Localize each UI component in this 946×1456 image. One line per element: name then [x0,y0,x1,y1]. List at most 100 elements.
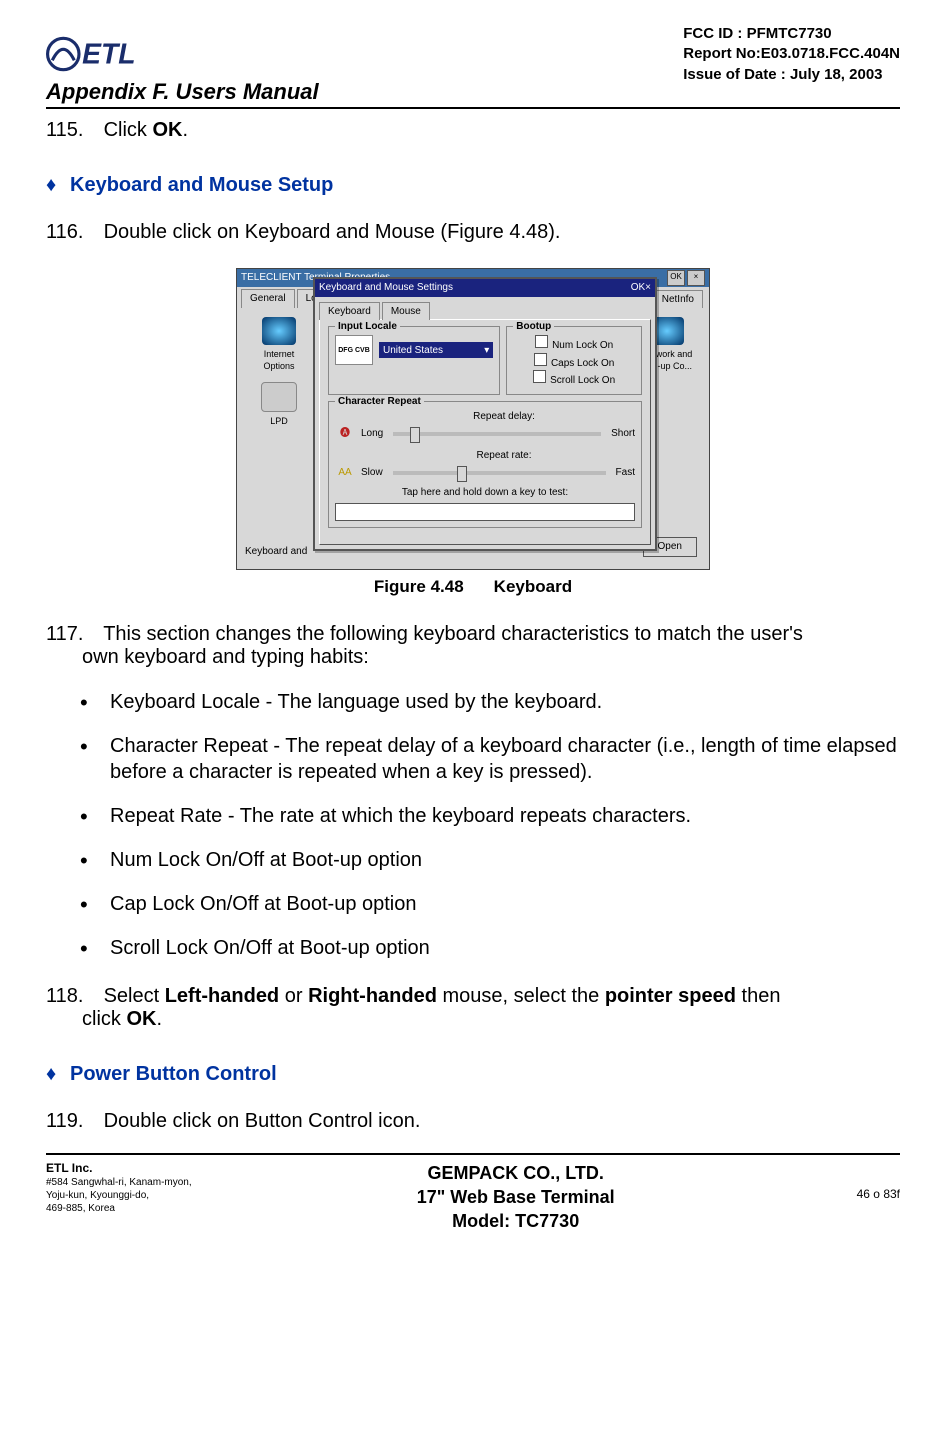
t: then [736,985,780,1007]
list-item: Keyboard Locale - The language used by t… [80,689,900,715]
t-bold: OK [126,1008,156,1030]
keyboard-mouse-dialog: Keyboard and Mouse Settings OK × Keyboar… [313,277,657,552]
step-text: Double click on Button Control icon. [104,1110,421,1132]
step-text: Double click on Keyboard and Mouse (Figu… [104,221,561,243]
t: Select [104,985,165,1007]
keyboard-icon: DFG CVB [335,335,373,365]
group-label: Input Locale [335,320,400,334]
clock-a-icon: 🅐 [335,427,355,441]
step-text-post: . [182,119,188,141]
figure-4-48: TELECLIENT Terminal Properties OK × Gene… [46,268,900,599]
bootup-option[interactable]: Caps Lock On [513,353,635,371]
group-label: Character Repeat [335,395,424,409]
dialog-titlebar: Keyboard and Mouse Settings OK × [315,279,655,297]
footer-center-line: Model: TC7730 [285,1209,746,1233]
step-text-line1: This section changes the following keybo… [103,623,803,645]
bootup-option[interactable]: Scroll Lock On [513,370,635,388]
repeat-rate-label: Repeat rate: [373,449,635,463]
icon-label: Internet Options [249,348,309,372]
locale-value: United States [383,344,443,358]
step-117: 117. This section changes the following … [46,621,900,671]
repeat-delay-slider[interactable] [393,432,601,436]
footer-center: GEMPACK CO., LTD. 17" Web Base Terminal … [285,1161,746,1234]
checkbox-icon [534,353,547,366]
list-item: Character Repeat - The repeat delay of a… [80,733,900,785]
bootup-option[interactable]: Num Lock On [513,335,635,353]
step-text-pre: Click [104,119,153,141]
step-text-line2: own keyboard and typing habits: [82,644,900,671]
dialog-close-button[interactable]: × [645,281,651,295]
tab-mouse[interactable]: Mouse [382,302,430,321]
step-text-bold: OK [152,119,182,141]
locale-dropdown[interactable]: United States ▾ [379,342,493,358]
footer-center-line: GEMPACK CO., LTD. [285,1161,746,1185]
step-118: 118. Select Left-handed or Right-handed … [46,983,900,1033]
section-keyboard-mouse: ♦ Keyboard and Mouse Setup [46,172,900,199]
tab-netinfo[interactable]: NetInfo [653,290,703,309]
group-label: Bootup [513,320,554,334]
internet-options-icon[interactable]: Internet Options [249,317,309,372]
section-title: Keyboard and Mouse Setup [70,174,333,196]
t: mouse, select the [437,985,605,1007]
step-116: 116. Double click on Keyboard and Mouse … [46,219,900,246]
lpd-icon[interactable]: LPD [249,382,309,427]
dialog-title: Keyboard and Mouse Settings [319,281,453,295]
slow-label: Slow [361,466,383,480]
group-bootup: Bootup Num Lock On Caps Lock On Scroll L… [506,326,642,395]
back-panel-icons-left: Internet Options LPD [249,317,309,437]
fcc-id: FCC ID : PFMTC7730 [683,24,900,44]
step-number: 115. [46,117,98,144]
test-input[interactable] [335,503,635,521]
step-number: 116. [46,219,98,246]
back-ok-button[interactable]: OK [667,270,685,286]
icon-label: LPD [249,415,309,427]
back-close-button[interactable]: × [687,270,705,286]
t: click [82,1008,126,1030]
screenshot-keyboard-dialog: TELECLIENT Terminal Properties OK × Gene… [236,268,710,570]
t-bold: Right-handed [308,985,437,1007]
t-bold: pointer speed [605,985,736,1007]
etl-logo: ETL [46,24,156,84]
footer-left: ETL Inc. #584 Sangwhal-ri, Kanam-myon, Y… [46,1161,285,1216]
figure-caption: Figure 4.48Keyboard [46,576,900,599]
issue-date: Issue of Date : July 18, 2003 [683,65,900,85]
group-character-repeat: Character Repeat Repeat delay: 🅐 Long Sh… [328,401,642,529]
repeat-rate-slider[interactable] [393,471,606,475]
figure-number: Figure 4.48 [374,577,464,596]
header-meta: FCC ID : PFMTC7730 Report No:E03.0718.FC… [683,24,900,85]
svg-text:ETL: ETL [82,37,135,69]
section-power-button: ♦Power Button Control [46,1061,900,1088]
list-item: Repeat Rate - The rate at which the keyb… [80,803,900,829]
tab-keyboard[interactable]: Keyboard [319,302,380,321]
page-header: ETL FCC ID : PFMTC7730 Report No:E03.071… [46,24,900,85]
diamond-icon: ♦ [46,1061,58,1088]
diamond-icon: ♦ [46,172,58,199]
step-115: 115. Click OK. [46,117,900,144]
header-divider [46,107,900,109]
footer-addr: Yoju-kun, Kyounggi-do, [46,1189,285,1202]
t-bold: Left-handed [165,985,279,1007]
long-label: Long [361,427,383,441]
document-body: 115. Click OK. ♦ Keyboard and Mouse Setup… [46,117,900,1135]
dialog-tabs: Keyboard Mouse [315,297,655,320]
report-no: Report No:E03.0718.FCC.404N [683,44,900,64]
checkbox-icon [535,335,548,348]
test-label: Tap here and hold down a key to test: [335,486,635,500]
document-page: ETL FCC ID : PFMTC7730 Report No:E03.071… [0,0,946,1456]
dialog-ok-button[interactable]: OK [631,281,645,295]
t: . [156,1008,162,1030]
step-119: 119. Double click on Button Control icon… [46,1108,900,1135]
footer-divider [46,1153,900,1155]
list-item: Num Lock On/Off at Boot-up option [80,847,900,873]
group-input-locale: Input Locale DFG CVB United States ▾ [328,326,500,395]
repeat-delay-label: Repeat delay: [373,410,635,424]
characteristics-list: Keyboard Locale - The language used by t… [80,689,900,961]
aa-icon: AA [335,466,355,480]
tab-general[interactable]: General [241,289,295,308]
page-number: 46 o 83f [857,1187,900,1201]
step-number: 119. [46,1108,98,1135]
list-item: Scroll Lock On/Off at Boot-up option [80,935,900,961]
page-footer: ETL Inc. #584 Sangwhal-ri, Kanam-myon, Y… [46,1161,900,1234]
footer-company: ETL Inc. [46,1161,285,1177]
short-label: Short [611,427,635,441]
